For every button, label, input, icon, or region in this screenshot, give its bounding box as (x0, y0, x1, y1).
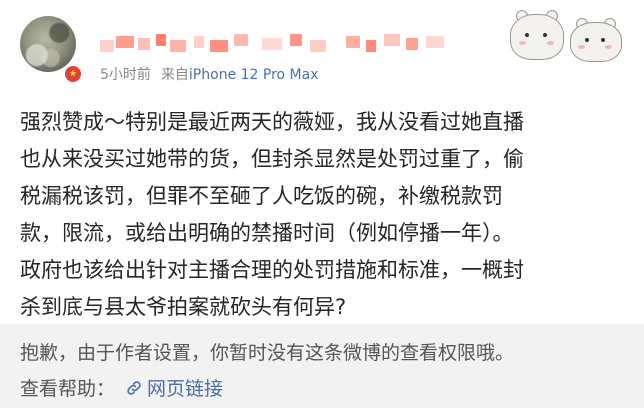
post-time: 5小时前 (100, 67, 151, 83)
post-text-line: 政府也该给出针对主播合理的处罚措施和标准，一概封 (20, 258, 524, 282)
permission-notice: 抱歉，由于作者设置，你暂时没有这条微博的查看权限哦。 查看帮助： 网页链接 (0, 324, 644, 408)
post-text-line: 税漏税该罚，但罪不至砸了人吃饭的碗，补缴税款罚 (20, 184, 503, 208)
post-text-line: 也从来没买过她带的货，但封杀显然是处罚过重了，偷 (20, 147, 524, 171)
username-obscured[interactable] (100, 34, 460, 52)
help-row: 查看帮助： 网页链接 (20, 374, 223, 401)
post-source-prefix: 来自 (160, 67, 189, 83)
post-text-line: 款，限流，或给出明确的禁播时间（例如停播一年）。 (20, 221, 514, 245)
permission-notice-text: 抱歉，由于作者设置，你暂时没有这条微博的查看权限哦。 (20, 342, 515, 364)
link-icon (127, 380, 141, 395)
cartoon-sticker-icon (492, 4, 632, 62)
web-link[interactable]: 网页链接 (125, 374, 223, 401)
avatar-image (20, 16, 76, 72)
web-link-label: 网页链接 (147, 378, 224, 400)
help-label: 查看帮助： (20, 378, 116, 400)
post-text-line: 强烈赞成～特别是最近两天的薇娅，我从没看过她直播 (20, 110, 524, 134)
post-meta: 5小时前 来自iPhone 12 Pro Max (100, 64, 319, 84)
avatar[interactable] (20, 16, 76, 72)
post-content: 强烈赞成～特别是最近两天的薇娅，我从没看过她直播 也从来没买过她带的货，但封杀显… (20, 104, 632, 326)
post-text-line: 杀到底与县太爷拍案就砍头有何异? (20, 295, 347, 319)
post-header: ★ 5小时前 来自iPhone 12 Pro Max (0, 0, 644, 96)
post-device-link[interactable]: iPhone 12 Pro Max (189, 67, 319, 83)
verified-badge-icon: ★ (63, 64, 83, 84)
